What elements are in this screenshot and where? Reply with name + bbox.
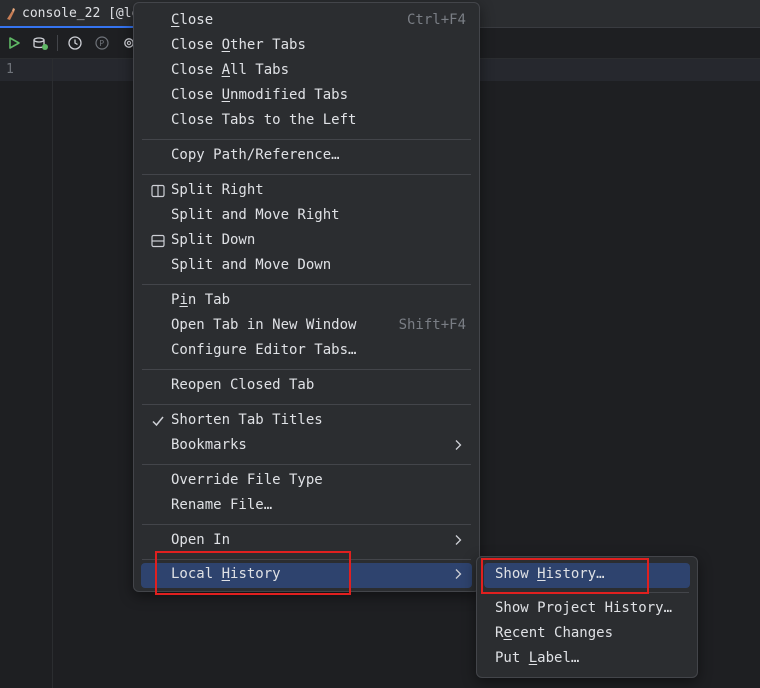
datasource-button[interactable] <box>30 33 50 53</box>
menu-item-label: Rename File… <box>171 497 273 513</box>
menu-separator <box>142 369 471 370</box>
menu-separator <box>142 139 471 140</box>
split-vertical-icon <box>151 184 165 198</box>
menu-item-shorten-tab-titles[interactable]: Shorten Tab Titles <box>141 409 472 434</box>
menu-item-label: Close All Tabs <box>171 62 290 78</box>
menu-separator <box>142 404 471 405</box>
shortcut-label: Shift+F4 <box>398 317 466 333</box>
run-button[interactable] <box>4 33 24 53</box>
menu-item-label: Configure Editor Tabs… <box>171 342 357 358</box>
menu-item-close[interactable]: Close Ctrl+F4 <box>141 9 472 34</box>
menu-separator <box>142 174 471 175</box>
menu-item-label: Override File Type <box>171 472 323 488</box>
split-horizontal-icon <box>151 234 165 248</box>
pin-button[interactable]: P <box>92 33 112 53</box>
editor-tab[interactable]: console_22 [@lo <box>0 0 139 27</box>
clock-icon <box>68 36 82 50</box>
menu-item-put-label[interactable]: Put Label… <box>484 647 690 672</box>
tab-title: console_22 [@lo <box>22 6 140 21</box>
menu-item-copy-path[interactable]: Copy Path/Reference… <box>141 144 472 169</box>
database-icon <box>33 37 48 50</box>
menu-item-close-all-tabs[interactable]: Close All Tabs <box>141 59 472 84</box>
menu-item-recent-changes[interactable]: Recent Changes <box>484 622 690 647</box>
menu-item-label: Open In <box>171 532 231 548</box>
menu-item-rename-file[interactable]: Rename File… <box>141 494 472 519</box>
menu-item-label: Open Tab in New Window <box>171 317 357 333</box>
menu-item-bookmarks[interactable]: Bookmarks <box>141 434 472 459</box>
line-gutter: 1 <box>0 59 53 688</box>
chevron-right-icon <box>455 440 462 450</box>
menu-item-label: Copy Path/Reference… <box>171 147 340 163</box>
menu-item-label: Close Tabs to the Left <box>171 112 357 128</box>
menu-item-split-down[interactable]: Split Down <box>141 229 472 254</box>
menu-separator <box>142 284 471 285</box>
menu-item-label: Close <box>171 12 214 28</box>
annotation-box-show-history <box>481 558 649 594</box>
menu-item-label: Split Right <box>171 182 264 198</box>
menu-item-show-project-history[interactable]: Show Project History… <box>484 597 690 622</box>
menu-separator <box>142 524 471 525</box>
menu-item-label: Reopen Closed Tab <box>171 377 315 393</box>
menu-item-split-move-down[interactable]: Split and Move Down <box>141 254 472 279</box>
menu-item-split-right[interactable]: Split Right <box>141 179 472 204</box>
menu-item-close-unmodified-tabs[interactable]: Close Unmodified Tabs <box>141 84 472 109</box>
menu-item-label: Split and Move Down <box>171 257 332 273</box>
chevron-right-icon <box>455 569 462 579</box>
svg-text:P: P <box>99 39 104 48</box>
menu-item-pin-tab[interactable]: Pin Tab <box>141 289 472 314</box>
menu-separator <box>142 464 471 465</box>
tab-context-menu: Close Ctrl+F4 Close Other Tabs Close All… <box>133 2 480 592</box>
menu-item-open-tab-new-window[interactable]: Open Tab in New Window Shift+F4 <box>141 314 472 339</box>
line-number: 1 <box>6 62 14 77</box>
menu-item-label: Close Other Tabs <box>171 37 306 53</box>
toolbar-separator <box>57 35 58 51</box>
menu-item-override-file-type[interactable]: Override File Type <box>141 469 472 494</box>
menu-item-split-move-right[interactable]: Split and Move Right <box>141 204 472 229</box>
menu-item-label: Close Unmodified Tabs <box>171 87 349 103</box>
checkmark-icon <box>152 416 164 427</box>
menu-item-label: Bookmarks <box>171 437 247 453</box>
menu-item-close-other-tabs[interactable]: Close Other Tabs <box>141 34 472 59</box>
pin-circle-icon: P <box>95 36 109 50</box>
menu-item-close-tabs-left[interactable]: Close Tabs to the Left <box>141 109 472 134</box>
menu-item-label: Split and Move Right <box>171 207 340 223</box>
menu-item-label: Recent Changes <box>495 625 614 641</box>
menu-item-label: Show Project History… <box>495 600 673 616</box>
run-icon <box>9 37 20 49</box>
menu-item-label: Put Label… <box>495 650 580 666</box>
menu-item-label: Shorten Tab Titles <box>171 412 323 428</box>
menu-item-label: Split Down <box>171 232 256 248</box>
menu-item-reopen-closed-tab[interactable]: Reopen Closed Tab <box>141 374 472 399</box>
menu-item-configure-editor-tabs[interactable]: Configure Editor Tabs… <box>141 339 472 364</box>
menu-item-label: Pin Tab <box>171 292 231 308</box>
chevron-right-icon <box>455 535 462 545</box>
console-icon <box>4 7 18 21</box>
annotation-box-local-history <box>155 551 351 595</box>
shortcut-label: Ctrl+F4 <box>406 12 466 28</box>
history-button[interactable] <box>65 33 85 53</box>
